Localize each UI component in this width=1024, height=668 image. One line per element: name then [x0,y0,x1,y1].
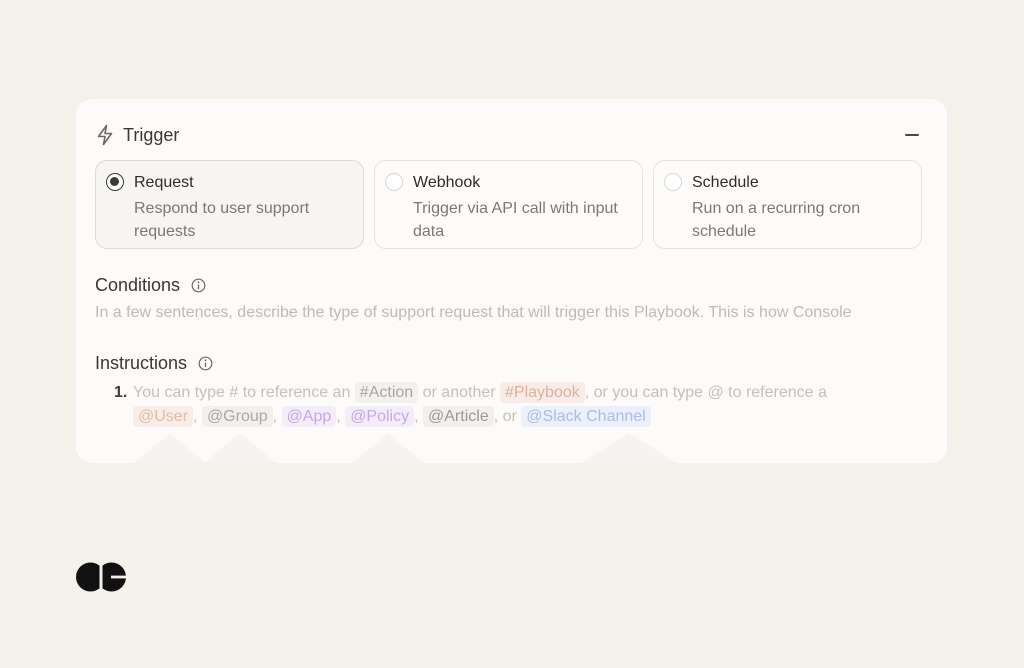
slack-channel-tag[interactable]: @Slack Channel [521,406,651,427]
radio-schedule[interactable] [664,173,682,191]
lightning-icon [96,124,116,146]
instructions-heading: Instructions [95,353,213,374]
separator: , or [493,408,517,425]
separator: , [414,408,419,425]
policy-tag[interactable]: @Policy [345,406,415,427]
option-label: Webhook [413,174,481,191]
instruction-text: You can type # to reference an [133,384,351,401]
fade-decoration [352,433,424,463]
playbook-tag[interactable]: #Playbook [500,382,585,403]
fade-decoration [134,433,206,463]
option-label: Request [134,174,194,191]
radio-webhook[interactable] [385,173,403,191]
trigger-options: Request Respond to user support requests… [95,160,922,249]
list-item: You can type # to reference an #Action o… [114,381,904,429]
instructions-editor[interactable]: 1. You can type # to reference an #Actio… [114,381,904,429]
conditions-heading: Conditions [95,275,206,296]
info-icon[interactable] [191,278,206,293]
option-label: Schedule [692,174,759,191]
separator: , [272,408,278,425]
option-webhook[interactable]: Webhook Trigger via API call with input … [374,160,643,249]
user-tag[interactable]: @User [133,406,194,427]
console-logo [76,562,127,597]
separator: , [193,408,198,425]
separator: , [336,408,341,425]
option-description: Run on a recurring cron schedule [692,200,861,240]
trigger-header: Trigger [96,123,927,147]
conditions-input[interactable]: In a few sentences, describe the type of… [95,304,852,322]
list-number: 1. [114,384,128,401]
option-request[interactable]: Request Respond to user support requests [95,160,364,249]
app-tag[interactable]: @App [281,406,337,427]
option-schedule[interactable]: Schedule Run on a recurring cron schedul… [653,160,922,249]
trigger-title: Trigger [123,124,180,145]
fade-decoration [581,433,677,463]
article-tag[interactable]: @Article [423,406,494,427]
instruction-text: , or you can type @ to reference a [584,384,827,401]
option-description: Trigger via API call with input data [413,200,618,240]
minus-icon[interactable] [905,134,919,136]
action-tag[interactable]: #Action [354,382,419,403]
option-description: Respond to user support requests [134,200,310,240]
info-icon[interactable] [198,356,213,371]
fade-decoration [204,433,276,463]
instructions-title: Instructions [95,353,188,373]
instruction-text: or another [422,384,496,401]
conditions-title: Conditions [95,275,181,295]
radio-request[interactable] [106,173,124,191]
group-tag[interactable]: @Group [201,406,273,427]
trigger-card: Trigger Request Respond to user support … [76,99,947,463]
